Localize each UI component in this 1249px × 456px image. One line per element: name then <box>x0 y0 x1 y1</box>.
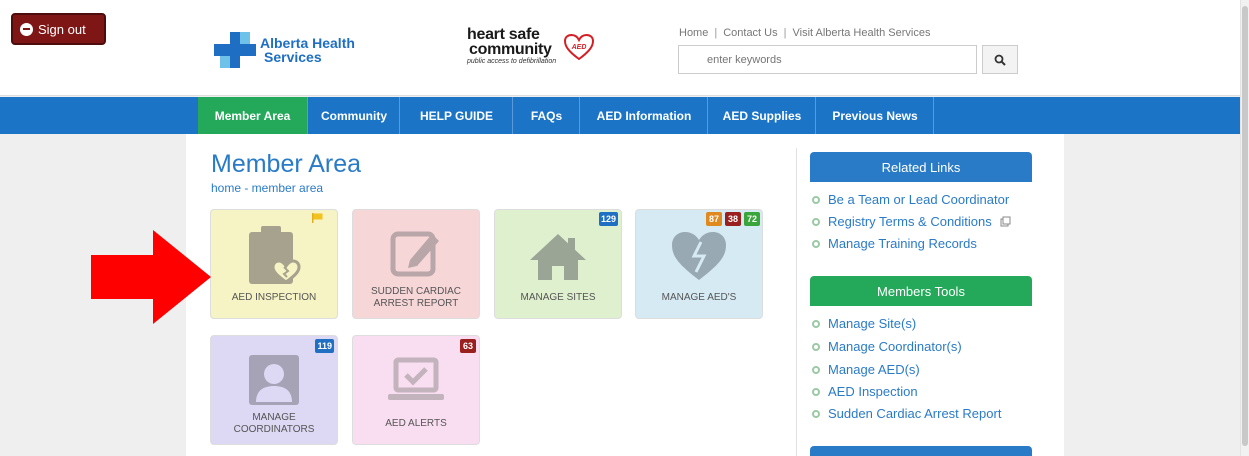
tile-label: MANAGE AED'S <box>661 292 737 303</box>
tile-sudden-cardiac-arrest-report[interactable]: SUDDEN CARDIAC ARREST REPORT <box>352 209 480 319</box>
header <box>0 0 1240 96</box>
related-link-training-records[interactable]: Manage Training Records <box>812 236 977 251</box>
no-entry-icon <box>20 22 33 36</box>
link-label: Manage AED(s) <box>828 362 920 377</box>
link-label: Manage Training Records <box>828 236 977 251</box>
nav-help-guide[interactable]: HELP GUIDE <box>401 97 513 134</box>
link-label: Sudden Cardiac Arrest Report <box>828 406 1002 421</box>
laptop-check-icon <box>388 357 444 400</box>
sidebar-divider <box>796 148 797 456</box>
tile-label: MANAGE SITES <box>520 292 596 303</box>
heart-icon: AED <box>564 34 594 60</box>
scrollbar-thumb[interactable] <box>1242 6 1248 446</box>
tool-link-manage-aeds[interactable]: Manage AED(s) <box>812 362 920 377</box>
tile-label: MANAGE COORDINATORS <box>233 412 315 435</box>
ahs-logo-line1: Alberta Health <box>260 35 355 51</box>
nav-aed-supplies[interactable]: AED Supplies <box>709 97 816 134</box>
hs-aed-badge: AED <box>571 44 587 51</box>
ahs-cross-icon <box>214 32 256 68</box>
tool-link-scar-report[interactable]: Sudden Cardiac Arrest Report <box>812 406 1001 421</box>
aed-count-badge-red: 38 <box>725 212 741 226</box>
link-label: Manage Coordinator(s) <box>828 339 962 354</box>
tile-label: AED ALERTS <box>385 418 447 429</box>
tile-manage-aeds[interactable]: 87 38 72 MANAGE AED'S <box>635 209 763 319</box>
aed-count-badge-green: 72 <box>744 212 760 226</box>
tile-aed-inspection[interactable]: AED INSPECTION <box>210 209 338 319</box>
tile-manage-sites[interactable]: 129 MANAGE SITES <box>494 209 622 319</box>
search-button[interactable] <box>982 45 1018 74</box>
related-link-registry-terms[interactable]: Registry Terms & Conditions <box>812 214 1011 229</box>
top-links: Home | Contact Us | Visit Alberta Health Ser… <box>679 27 931 39</box>
nav-community[interactable]: Community <box>309 97 400 134</box>
coordinators-count-badge: 119 <box>315 339 334 353</box>
flag-icon <box>312 213 323 223</box>
search-input[interactable] <box>678 45 977 74</box>
sites-count-badge: 129 <box>598 212 618 226</box>
page-title: Member Area <box>211 150 362 178</box>
home-link[interactable]: Home <box>679 27 708 39</box>
sign-out-button[interactable]: Sign out <box>11 13 106 45</box>
home-icon <box>530 234 586 280</box>
ahs-logo-line2: Services <box>264 49 322 65</box>
clipboard-heart-icon <box>249 226 301 284</box>
nav-previous-news[interactable]: Previous News <box>817 97 934 134</box>
tile-aed-alerts[interactable]: 63 AED ALERTS <box>352 335 480 445</box>
link-label: Registry Terms & Conditions <box>828 214 992 229</box>
ahs-logo[interactable]: Alberta Health Services <box>214 32 364 72</box>
contact-link[interactable]: Contact Us <box>723 27 777 39</box>
nav-member-area[interactable]: Member Area <box>198 97 308 134</box>
tool-link-manage-coordinators[interactable]: Manage Coordinator(s) <box>812 339 962 354</box>
nav-aed-information[interactable]: AED Information <box>581 97 708 134</box>
tool-link-aed-inspection[interactable]: AED Inspection <box>812 384 918 399</box>
breadcrumb[interactable]: home - member area <box>211 181 323 195</box>
user-icon <box>249 355 299 405</box>
scrollbar[interactable] <box>1240 0 1249 456</box>
next-section-heading <box>810 446 1032 456</box>
heart-safe-logo[interactable]: heart safe community public access to def… <box>467 27 597 77</box>
external-link-icon <box>1000 216 1011 227</box>
nav-faqs[interactable]: FAQs <box>514 97 580 134</box>
members-tools-heading: Members Tools <box>810 276 1032 306</box>
link-label: Manage Site(s) <box>828 316 917 331</box>
link-label: AED Inspection <box>828 384 918 399</box>
search-icon <box>994 54 1006 66</box>
edit-icon <box>390 231 439 277</box>
broken-heart-icon <box>672 232 726 280</box>
main-nav: Member Area Community HELP GUIDE FAQs AE… <box>0 97 1240 134</box>
tool-link-manage-sites[interactable]: Manage Site(s) <box>812 316 916 331</box>
tile-label: SUDDEN CARDIAC ARREST REPORT <box>370 286 461 309</box>
sign-out-label: Sign out <box>38 21 86 37</box>
tile-label: AED INSPECTION <box>231 292 317 303</box>
hs-logo-line2: community <box>469 41 552 58</box>
aed-count-badge-orange: 87 <box>706 212 722 226</box>
red-arrow-annotation <box>91 230 211 324</box>
visit-ahs-link[interactable]: Visit Alberta Health Services <box>792 27 930 39</box>
tile-manage-coordinators[interactable]: 119 MANAGE COORDINATORS <box>210 335 338 445</box>
related-link-team-coordinator[interactable]: Be a Team or Lead Coordinator <box>812 192 1009 207</box>
link-label: Be a Team or Lead Coordinator <box>828 192 1010 207</box>
alerts-count-badge: 63 <box>460 339 476 353</box>
related-links-heading: Related Links <box>810 152 1032 182</box>
